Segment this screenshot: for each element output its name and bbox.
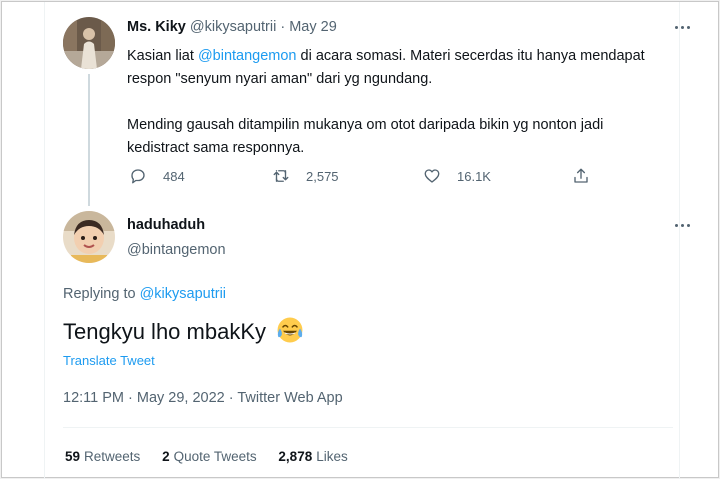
reply-icon <box>131 169 145 184</box>
replying-label: Replying to <box>63 286 140 302</box>
more-options-button[interactable] <box>670 18 694 36</box>
likes-stat[interactable]: 2,878 Likes <box>278 449 347 464</box>
handle[interactable]: @bintangemon <box>127 242 226 258</box>
quote-tweets-stat[interactable]: 2 Quote Tweets <box>162 449 257 464</box>
like-count: 16.1K <box>457 168 491 184</box>
retweets-label: Retweets <box>84 449 141 464</box>
more-options-button[interactable] <box>670 216 694 234</box>
heart-icon <box>424 169 440 183</box>
replying-handle-link[interactable]: @kikysaputrii <box>140 286 226 302</box>
tweet-text-paragraph: Mending gausah ditampilin mukanya om oto… <box>127 117 604 156</box>
tweet-header: Ms. Kiky @kikysaputrii · May 29 <box>127 19 337 35</box>
replying-to: Replying to @kikysaputrii <box>63 286 226 302</box>
retweets-count: 59 <box>65 449 81 464</box>
thread-connector <box>88 74 90 206</box>
handle[interactable]: @kikysaputrii <box>190 19 276 35</box>
retweets-stat[interactable]: 59 Retweets <box>65 449 140 464</box>
share-button[interactable] <box>572 164 590 188</box>
more-icon <box>674 25 690 29</box>
mention-link[interactable]: @bintangemon <box>198 48 297 64</box>
reply-button[interactable]: 484 <box>129 164 185 188</box>
share-icon <box>574 168 588 183</box>
tweet-date[interactable]: May 29 <box>289 19 337 35</box>
quote-tweets-label: Quote Tweets <box>173 449 257 464</box>
like-button[interactable]: 16.1K <box>423 164 491 188</box>
quote-tweets-count: 2 <box>162 449 170 464</box>
tweet-actions: 484 2,575 16.1K <box>127 164 607 188</box>
avatar[interactable] <box>63 17 115 69</box>
separator: · <box>280 19 286 35</box>
divider <box>63 427 673 428</box>
tweet-text-segment: Kasian liat <box>127 48 198 64</box>
tweet-text-content: Tengkyu lho mbakKy <box>63 319 266 344</box>
translate-tweet-link[interactable]: Translate Tweet <box>63 353 155 368</box>
screenshot-frame: Ms. Kiky @kikysaputrii · May 29 Kasian l… <box>1 1 719 479</box>
face-with-tears-of-joy-icon <box>277 317 303 343</box>
retweet-icon <box>273 170 289 182</box>
tweet-text: Kasian liat @bintangemon di acara somasi… <box>127 45 667 183</box>
retweet-button[interactable]: 2,575 <box>272 164 339 188</box>
tweet-stats: 59 Retweets 2 Quote Tweets 2,878 Likes <box>65 449 366 464</box>
tweet-text: Tengkyu lho mbakKy <box>63 316 304 345</box>
retweet-count: 2,575 <box>306 168 339 184</box>
avatar[interactable] <box>63 211 115 263</box>
more-icon <box>674 223 690 227</box>
likes-count: 2,878 <box>278 449 313 464</box>
reply-count: 484 <box>163 168 185 184</box>
display-name[interactable]: haduhaduh <box>127 217 205 233</box>
likes-label: Likes <box>316 449 348 464</box>
display-name[interactable]: Ms. Kiky <box>127 19 186 35</box>
tweet-timestamp[interactable]: 12:11 PM · May 29, 2022 · Twitter Web Ap… <box>63 390 343 406</box>
